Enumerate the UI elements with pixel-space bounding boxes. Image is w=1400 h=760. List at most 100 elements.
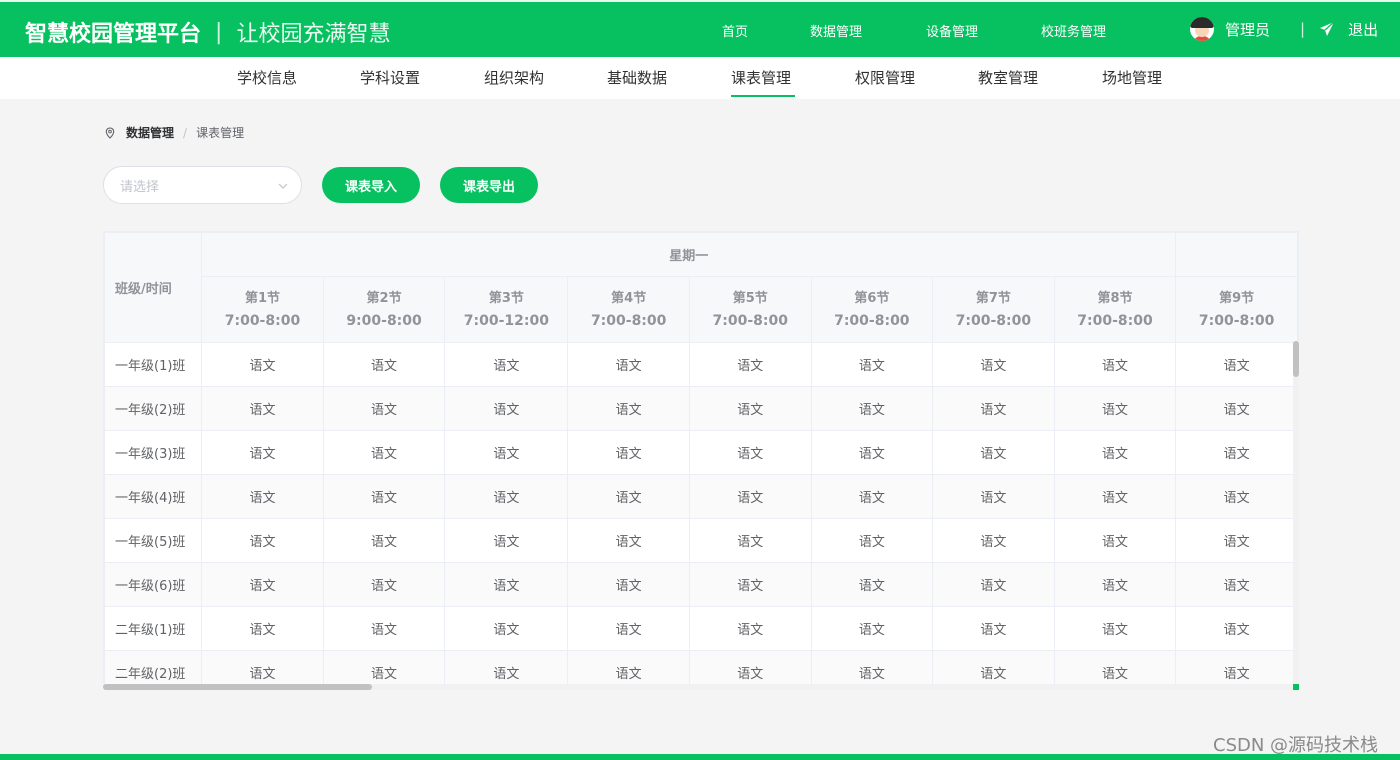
lesson-cell[interactable]: 语文 — [688, 518, 812, 563]
lesson-cell[interactable]: 语文 — [688, 430, 812, 475]
lesson-cell[interactable]: 语文 — [688, 562, 812, 607]
subnav-permission-management[interactable]: 权限管理 — [855, 67, 915, 88]
lesson-cell[interactable]: 语文 — [322, 342, 446, 387]
lesson-cell[interactable]: 语文 — [932, 562, 1055, 607]
user-avatar[interactable] — [1190, 17, 1214, 41]
subnav-school-info[interactable]: 学校信息 — [237, 67, 297, 88]
scroll-corner — [1293, 684, 1299, 690]
lesson-cell[interactable]: 语文 — [810, 606, 934, 651]
user-area: 管理员 | 退出 — [1190, 17, 1378, 41]
table-row: 一年级(6)班 语文 语文 语文 语文 语文 语文 语文 语文 语文 — [104, 562, 1298, 607]
lesson-cell[interactable]: 语文 — [322, 430, 446, 475]
period-label: 第2节 — [366, 290, 402, 306]
horizontal-scroll-thumb[interactable] — [103, 684, 372, 690]
lesson-cell[interactable]: 语文 — [810, 518, 934, 563]
period-header: 第4节 7:00-8:00 — [567, 276, 690, 343]
period-time: 7:00-12:00 — [463, 312, 549, 329]
lesson-cell[interactable]: 语文 — [1175, 342, 1298, 387]
lesson-cell[interactable]: 语文 — [1175, 386, 1298, 431]
lesson-cell[interactable]: 语文 — [567, 474, 690, 519]
period-header: 第2节 9:00-8:00 — [322, 276, 446, 343]
lesson-cell[interactable]: 语文 — [1053, 474, 1177, 519]
top-nav-data-management[interactable]: 数据管理 — [810, 21, 926, 40]
period-header: 第6节 7:00-8:00 — [810, 276, 934, 343]
subnav-timetable-management[interactable]: 课表管理 — [731, 67, 791, 88]
lesson-cell[interactable]: 语文 — [1053, 518, 1177, 563]
lesson-cell[interactable]: 语文 — [567, 606, 690, 651]
lesson-cell[interactable]: 语文 — [688, 386, 812, 431]
lesson-cell[interactable]: 语文 — [688, 606, 812, 651]
lesson-cell[interactable]: 语文 — [810, 342, 934, 387]
lesson-cell[interactable]: 语文 — [201, 518, 324, 563]
send-icon[interactable] — [1319, 21, 1335, 37]
lesson-cell[interactable]: 语文 — [932, 606, 1055, 651]
lesson-cell[interactable]: 语文 — [810, 430, 934, 475]
lesson-cell[interactable]: 语文 — [444, 474, 569, 519]
lesson-cell[interactable]: 语文 — [444, 606, 569, 651]
top-nav-school-affairs[interactable]: 校班务管理 — [1041, 21, 1106, 40]
lesson-cell[interactable]: 语文 — [810, 474, 934, 519]
lesson-cell[interactable]: 语文 — [932, 386, 1055, 431]
lesson-cell[interactable]: 语文 — [1175, 518, 1298, 563]
lesson-cell[interactable]: 语文 — [201, 430, 324, 475]
subnav-classroom-management[interactable]: 教室管理 — [978, 67, 1038, 88]
lesson-cell[interactable]: 语文 — [322, 474, 446, 519]
lesson-cell[interactable]: 语文 — [810, 386, 934, 431]
lesson-cell[interactable]: 语文 — [1175, 430, 1298, 475]
lesson-cell[interactable]: 语文 — [567, 342, 690, 387]
lesson-cell[interactable]: 语文 — [688, 474, 812, 519]
lesson-cell[interactable]: 语文 — [567, 518, 690, 563]
user-name[interactable]: 管理员 — [1225, 19, 1270, 40]
breadcrumb-parent[interactable]: 数据管理 — [126, 124, 174, 141]
lesson-cell[interactable]: 语文 — [932, 518, 1055, 563]
vertical-scrollbar[interactable] — [1293, 341, 1299, 684]
top-nav-home[interactable]: 首页 — [722, 21, 810, 40]
lesson-cell[interactable]: 语文 — [444, 562, 569, 607]
class-name-cell: 一年级(1)班 — [104, 342, 203, 387]
lesson-cell[interactable]: 语文 — [322, 562, 446, 607]
vertical-scroll-thumb[interactable] — [1293, 341, 1299, 377]
table-row: 一年级(3)班 语文 语文 语文 语文 语文 语文 语文 语文 语文 — [104, 430, 1298, 475]
period-time: 7:00-8:00 — [590, 312, 667, 329]
subnav-basic-data[interactable]: 基础数据 — [607, 67, 667, 88]
lesson-cell[interactable]: 语文 — [444, 430, 569, 475]
import-timetable-button[interactable]: 课表导入 — [322, 167, 420, 203]
top-nav-device-management[interactable]: 设备管理 — [926, 21, 1041, 40]
lesson-cell[interactable]: 语文 — [1053, 342, 1177, 387]
lesson-cell[interactable]: 语文 — [322, 518, 446, 563]
lesson-cell[interactable]: 语文 — [1053, 430, 1177, 475]
subnav-subject-settings[interactable]: 学科设置 — [360, 67, 420, 88]
class-select[interactable]: 请选择 — [103, 166, 302, 204]
lesson-cell[interactable]: 语文 — [567, 430, 690, 475]
lesson-cell[interactable]: 语文 — [201, 606, 324, 651]
lesson-cell[interactable]: 语文 — [322, 386, 446, 431]
lesson-cell[interactable]: 语文 — [567, 386, 690, 431]
lesson-cell[interactable]: 语文 — [1175, 606, 1298, 651]
subnav-organization[interactable]: 组织架构 — [484, 67, 544, 88]
subnav-venue-management[interactable]: 场地管理 — [1102, 67, 1162, 88]
lesson-cell[interactable]: 语文 — [567, 562, 690, 607]
lesson-cell[interactable]: 语文 — [810, 562, 934, 607]
lesson-cell[interactable]: 语文 — [1175, 474, 1298, 519]
lesson-cell[interactable]: 语文 — [444, 386, 569, 431]
export-timetable-button[interactable]: 课表导出 — [440, 167, 538, 203]
lesson-cell[interactable]: 语文 — [932, 342, 1055, 387]
lesson-cell[interactable]: 语文 — [444, 518, 569, 563]
lesson-cell[interactable]: 语文 — [688, 342, 812, 387]
lesson-cell[interactable]: 语文 — [201, 474, 324, 519]
lesson-cell[interactable]: 语文 — [1175, 562, 1298, 607]
table-row: 二年级(1)班 语文 语文 语文 语文 语文 语文 语文 语文 语文 — [104, 606, 1298, 651]
lesson-cell[interactable]: 语文 — [201, 562, 324, 607]
lesson-cell[interactable]: 语文 — [1053, 606, 1177, 651]
lesson-cell[interactable]: 语文 — [932, 474, 1055, 519]
horizontal-scrollbar[interactable] — [103, 684, 1299, 690]
lesson-cell[interactable]: 语文 — [932, 430, 1055, 475]
lesson-cell[interactable]: 语文 — [444, 342, 569, 387]
lesson-cell[interactable]: 语文 — [322, 606, 446, 651]
logout-button[interactable]: 退出 — [1348, 19, 1378, 40]
lesson-cell[interactable]: 语文 — [201, 386, 324, 431]
top-bar: 智慧校园管理平台 | 让校园充满智慧 首页 数据管理 设备管理 校班务管理 管理… — [0, 0, 1400, 57]
lesson-cell[interactable]: 语文 — [1053, 562, 1177, 607]
lesson-cell[interactable]: 语文 — [1053, 386, 1177, 431]
lesson-cell[interactable]: 语文 — [201, 342, 324, 387]
